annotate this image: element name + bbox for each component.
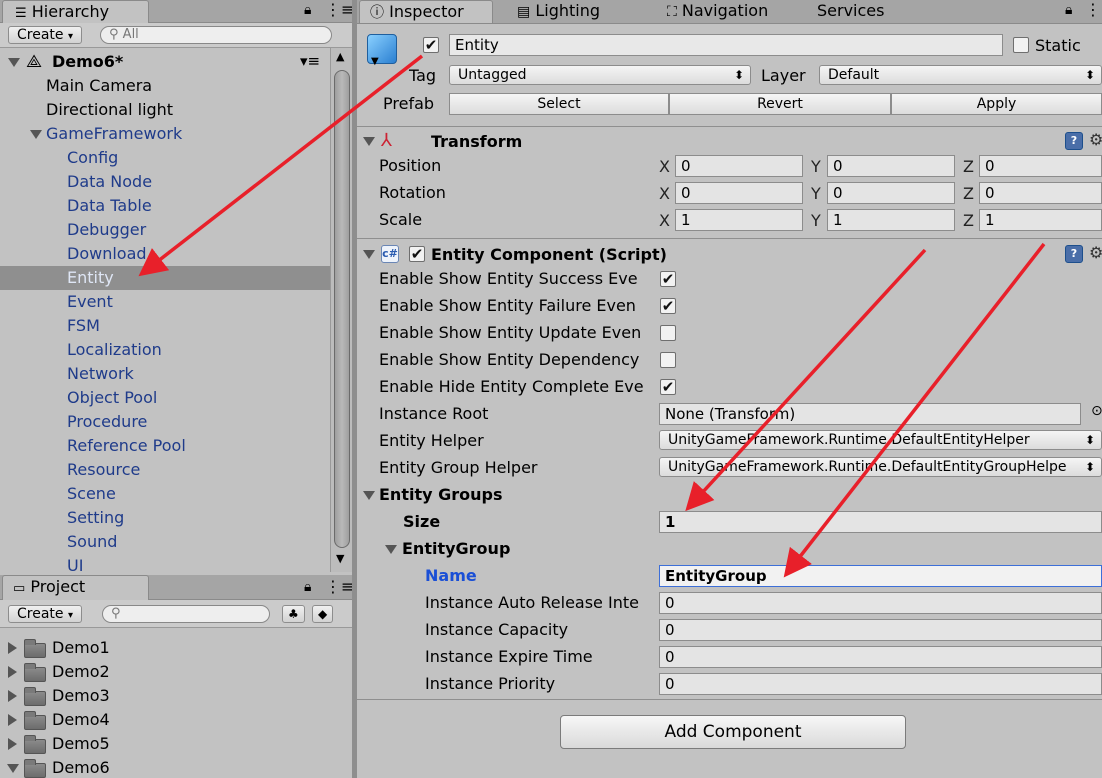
annotation-arrow <box>138 54 424 277</box>
annotation-arrows <box>138 54 1046 578</box>
annotation-arrow <box>685 248 927 512</box>
annotation-arrow <box>783 242 1046 578</box>
